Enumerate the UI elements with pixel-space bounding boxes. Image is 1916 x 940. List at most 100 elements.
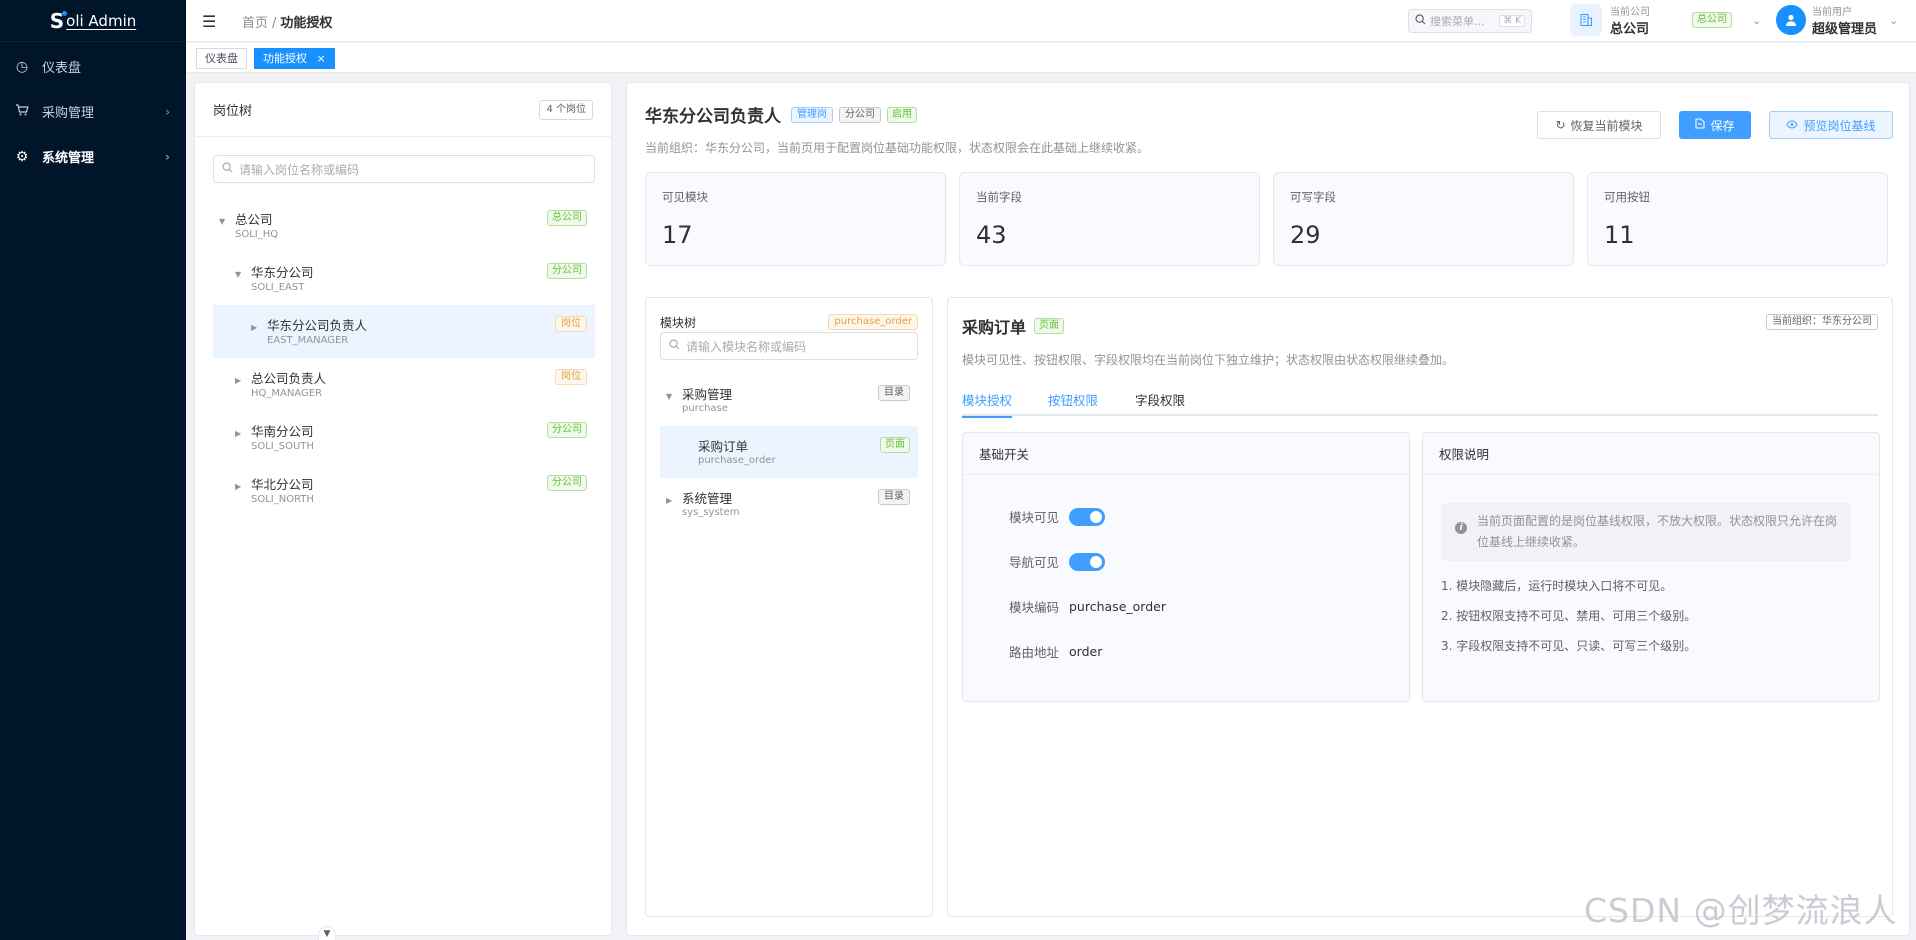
module-tree-title: 模块树 xyxy=(660,316,697,330)
caret-down-icon[interactable]: ▼ xyxy=(235,270,241,279)
tree-node[interactable]: ▼ 华东分公司 SOLI_EAST 分公司 xyxy=(213,252,595,305)
module-detail-panel: 采购订单 页面 当前组织：华东分公司 模块可见性、按钮权限、字段权限均在当前岗位… xyxy=(947,297,1893,917)
user-label: 当前用户 xyxy=(1812,7,1852,18)
caret-right-icon[interactable]: ▶ xyxy=(235,482,241,491)
role-name: 华东分公司负责人 xyxy=(645,107,781,127)
caret-right-icon[interactable]: ▶ xyxy=(666,496,672,505)
post-search-input[interactable]: 请输入岗位名称或编码 xyxy=(213,155,595,183)
save-button[interactable]: 保存 xyxy=(1679,111,1751,139)
tree-node-code: HQ_MANAGER xyxy=(251,388,323,399)
form-row-nav-visible: 导航可见 xyxy=(963,552,1105,571)
module-detail-title: 采购订单 页面 xyxy=(962,314,1065,338)
tree-node-name: 总公司 xyxy=(235,212,273,227)
stat-value: 17 xyxy=(662,221,693,249)
button-label: 保存 xyxy=(1710,118,1735,133)
role-tag-branch: 分公司 xyxy=(839,106,881,123)
tag-text: 总公司 xyxy=(547,210,587,226)
tree-node[interactable]: ▼ 总公司 SOLI_HQ 总公司 xyxy=(213,199,595,252)
current-module-code-tag: purchase_order xyxy=(828,314,918,330)
menu-search[interactable]: 搜索菜单... ⌘ K xyxy=(1408,9,1532,33)
caret-right-icon[interactable]: ▶ xyxy=(251,323,257,332)
role-description: 当前组织：华东分公司，当前页用于配置岗位基础功能权限，状态权限会在此基础上继续收… xyxy=(645,141,1150,155)
module-search-input[interactable]: 请输入模块名称或编码 xyxy=(660,332,918,360)
stat-writable-fields: 可写字段 29 xyxy=(1273,172,1574,266)
info-icon: i xyxy=(1455,522,1467,534)
tab-label: 仪表盘 xyxy=(205,52,238,65)
stat-current-fields: 当前字段 43 xyxy=(959,172,1260,266)
form-label: 模块可见 xyxy=(1008,510,1059,525)
module-tree-node[interactable]: ▶ 系统管理 sys_system 目录 xyxy=(660,478,918,530)
module-node-code: sys_system xyxy=(682,507,740,518)
role-tag-management: 管理岗 xyxy=(791,106,833,123)
module-code-value: purchase_order xyxy=(1069,599,1166,614)
tree-node-name: 总公司负责人 xyxy=(251,371,327,386)
collapse-toggle-icon[interactable]: ▼ xyxy=(318,926,336,940)
close-icon[interactable]: × xyxy=(317,52,326,65)
breadcrumb: 首页 / 功能授权 xyxy=(242,12,332,31)
company-text: 当前公司 总公司 xyxy=(1610,3,1650,37)
sidebar-item-purchase[interactable]: 采购管理 › xyxy=(0,89,186,134)
chevron-down-icon: ⌄ xyxy=(1889,13,1899,27)
caret-down-icon[interactable]: ▼ xyxy=(219,217,225,226)
tree-node-selected[interactable]: ▶ 华东分公司负责人 EAST_MANAGER 岗位 xyxy=(213,305,595,358)
note-item: 3. 字段权限支持不可见、只读、可写三个级别。 xyxy=(1441,639,1697,653)
stat-label: 可见模块 xyxy=(662,190,708,204)
tab-module-auth[interactable]: 模块授权 xyxy=(962,390,1013,418)
tree-node[interactable]: ▶ 华北分公司 SOLI_NORTH 分公司 xyxy=(213,464,595,517)
user-avatar-icon xyxy=(1776,5,1806,35)
breadcrumb-current: 功能授权 xyxy=(280,16,333,31)
stat-label: 可用按钮 xyxy=(1604,190,1650,204)
caret-right-icon[interactable]: ▶ xyxy=(235,429,241,438)
refresh-icon: ↻ xyxy=(1555,118,1566,132)
sidebar-item-dashboard[interactable]: ◷ 仪表盘 xyxy=(0,44,186,89)
module-tree-node[interactable]: ▼ 采购管理 purchase 目录 xyxy=(660,374,918,426)
module-tree-node-selected[interactable]: 采购订单 purchase_order 页面 xyxy=(660,426,918,478)
eye-icon xyxy=(1786,118,1799,132)
tree-node[interactable]: ▶ 华南分公司 SOLI_SOUTH 分公司 xyxy=(213,411,595,464)
module-node-name: 系统管理 xyxy=(682,491,733,506)
stat-visible-modules: 可见模块 17 xyxy=(645,172,946,266)
reset-module-button[interactable]: ↻ 恢复当前模块 xyxy=(1537,111,1661,139)
logo-mark: S xyxy=(49,8,68,33)
caret-right-icon[interactable]: ▶ xyxy=(235,376,241,385)
user-menu[interactable]: 当前用户 超级管理员 ⌄ xyxy=(1776,3,1898,37)
note-item: 1. 模块隐藏后，运行时模块入口将不可见。 xyxy=(1441,579,1673,593)
tree-node-code: SOLI_SOUTH xyxy=(251,441,314,452)
form-row-module-code: 模块编码 purchase_order xyxy=(963,597,1166,616)
form-label: 模块编码 xyxy=(1008,600,1059,615)
gear-icon: ⚙ xyxy=(15,148,29,165)
nav-visible-switch[interactable] xyxy=(1069,552,1105,571)
tab-field-permission[interactable]: 字段权限 xyxy=(1135,390,1185,416)
preview-baseline-button[interactable]: 预览岗位基线 xyxy=(1769,111,1893,139)
user-text: 当前用户 超级管理员 xyxy=(1812,3,1877,37)
search-icon xyxy=(222,162,233,176)
module-node-name: 采购管理 xyxy=(682,387,733,402)
breadcrumb-home[interactable]: 首页 xyxy=(242,16,268,31)
search-placeholder: 搜索菜单... xyxy=(1430,15,1485,28)
cart-icon xyxy=(14,103,30,121)
tab-function-auth[interactable]: 功能授权 × xyxy=(254,48,335,69)
tab-dashboard[interactable]: 仪表盘 xyxy=(196,48,247,69)
user-name: 超级管理员 xyxy=(1812,22,1878,37)
module-node-tag: 目录 xyxy=(878,384,910,401)
menu-toggle-icon[interactable]: ☰ xyxy=(202,12,216,31)
breadcrumb-separator: / xyxy=(272,16,277,31)
module-visible-switch[interactable] xyxy=(1069,507,1105,526)
tree-node-code: SOLI_HQ xyxy=(235,229,279,240)
search-shortcut: ⌘ K xyxy=(1499,15,1525,27)
caret-down-icon[interactable]: ▼ xyxy=(666,392,672,401)
stat-value: 29 xyxy=(1290,221,1321,249)
company-tag: 总公司 xyxy=(1692,12,1732,28)
tree-node[interactable]: ▶ 总公司负责人 HQ_MANAGER 岗位 xyxy=(213,358,595,411)
tree-node-name: 华北分公司 xyxy=(251,477,314,492)
app-logo[interactable]: S oli Admin xyxy=(0,0,186,42)
tab-button-permission[interactable]: 按钮权限 xyxy=(1048,390,1098,416)
chevron-down-icon: ⌄ xyxy=(1752,13,1762,27)
form-label: 导航可见 xyxy=(1008,555,1059,570)
tree-node-code: SOLI_EAST xyxy=(251,282,305,293)
sidebar-item-system[interactable]: ⚙ 系统管理 › xyxy=(0,134,186,179)
search-icon xyxy=(1415,14,1426,28)
tag-text: 岗位 xyxy=(555,369,587,385)
company-switcher[interactable]: 当前公司 总公司 总公司 ⌄ xyxy=(1570,3,1761,37)
post-tree-panel: 岗位树 4 个岗位 请输入岗位名称或编码 ▼ 总公司 SOLI_HQ 总公司 ▼… xyxy=(194,82,612,936)
